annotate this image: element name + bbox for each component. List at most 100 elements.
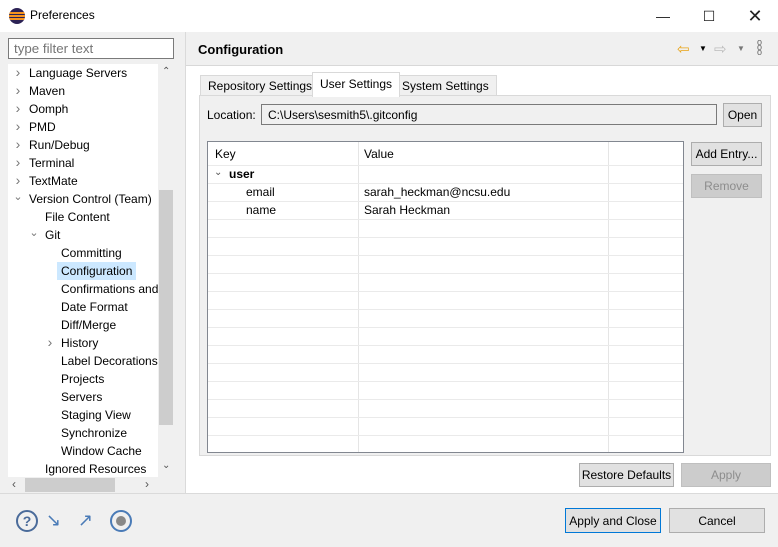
scroll-up-icon[interactable]: ⌃ <box>162 66 170 77</box>
tree-vertical-scrollbar[interactable]: ⌃ ⌄ <box>158 64 174 477</box>
open-button[interactable]: Open <box>723 103 762 127</box>
row-key[interactable]: name <box>246 203 276 217</box>
hscroll-thumb[interactable] <box>25 478 115 492</box>
location-field[interactable]: C:\Users\sesmith5\.gitconfig <box>261 104 717 125</box>
chevron-right-icon[interactable]: › <box>12 82 24 98</box>
more-menu-icon[interactable]: ooo <box>757 38 762 57</box>
cancel-button[interactable]: Cancel <box>669 508 765 533</box>
tree-horizontal-scrollbar[interactable]: ‹ › <box>8 477 174 493</box>
import-icon[interactable]: ↘ <box>46 510 68 532</box>
tree-item-label: Maven <box>29 84 66 98</box>
filter-input[interactable] <box>8 38 174 59</box>
tab-user-settings[interactable]: User Settings <box>312 72 401 97</box>
export-icon[interactable]: ↗ <box>78 510 100 532</box>
footer-separator <box>0 493 778 494</box>
tree-item[interactable]: Synchronize <box>61 424 127 442</box>
tree-item-label: File Content <box>45 210 110 224</box>
tree-item-label: Label Decorations <box>61 354 158 368</box>
row-value[interactable]: Sarah Heckman <box>364 203 450 217</box>
row-key[interactable]: email <box>246 185 275 199</box>
eclipse-logo-icon <box>9 8 25 24</box>
tree-item-label: Run/Debug <box>29 138 90 152</box>
expand-chevron-icon[interactable]: ⌄ <box>214 167 222 178</box>
chevron-right-icon[interactable]: › <box>12 154 24 170</box>
column-header-value[interactable]: Value <box>364 147 394 161</box>
tab-system-settings[interactable]: System Settings <box>394 75 497 96</box>
tree-item[interactable]: Language Servers <box>29 64 127 82</box>
grid-line <box>208 219 683 220</box>
chevron-down-icon[interactable]: ⌄ <box>12 190 24 203</box>
chevron-right-icon[interactable]: › <box>12 172 24 188</box>
apply-button[interactable]: Apply <box>681 463 771 487</box>
row-value[interactable]: sarah_heckman@ncsu.edu <box>364 185 510 199</box>
tree-item[interactable]: Committing <box>61 244 122 262</box>
tree-item[interactable]: Oomph <box>29 100 68 118</box>
grid-line <box>208 255 683 256</box>
tree-item[interactable]: Git <box>45 226 60 244</box>
tree-item-label: PMD <box>29 120 56 134</box>
tree-item-label: History <box>61 336 99 350</box>
tree-item-label: Diff/Merge <box>61 318 117 332</box>
grid-line <box>208 435 683 436</box>
tree-item[interactable]: Ignored Resources <box>45 460 146 477</box>
tab-repository-settings[interactable]: Repository Settings <box>200 75 321 96</box>
chevron-down-icon[interactable]: ⌄ <box>28 226 40 239</box>
tree-item[interactable]: Diff/Merge <box>61 316 116 334</box>
help-icon[interactable]: ? <box>16 510 38 532</box>
chevron-right-icon[interactable]: › <box>12 100 24 116</box>
scroll-thumb[interactable] <box>159 190 173 425</box>
tree-item-label: Window Cache <box>61 444 142 458</box>
tree-item[interactable]: Projects <box>61 370 104 388</box>
record-icon[interactable] <box>110 510 132 532</box>
add-entry-button[interactable]: Add Entry... <box>691 142 762 166</box>
restore-defaults-button[interactable]: Restore Defaults <box>579 463 674 487</box>
apply-and-close-button[interactable]: Apply and Close <box>565 508 661 533</box>
back-arrow-icon[interactable]: ⇦ <box>677 40 690 58</box>
tree-item[interactable]: Run/Debug <box>29 136 90 154</box>
tree-item[interactable]: Confirmations and <box>61 280 158 298</box>
tree-item[interactable]: TextMate <box>29 172 78 190</box>
close-button[interactable]: ✕ <box>732 0 778 32</box>
maximize-button[interactable]: ☐ <box>686 0 732 32</box>
forward-arrow-icon[interactable]: ⇨ <box>714 40 727 58</box>
tree-item[interactable]: File Content <box>45 208 110 226</box>
tree-item[interactable]: Staging View <box>61 406 131 424</box>
tree-item[interactable]: History <box>61 334 98 352</box>
column-header-key[interactable]: Key <box>215 147 236 161</box>
tree-item[interactable]: Servers <box>61 388 102 406</box>
preference-tree[interactable]: › Language Servers › Maven › Oomph › PMD › Run/De… <box>8 64 158 477</box>
grid-line <box>208 165 683 166</box>
grid-line <box>208 309 683 310</box>
tree-item[interactable]: Configuration <box>57 262 137 280</box>
section-user[interactable]: user <box>229 167 254 181</box>
scroll-left-icon[interactable]: ‹ <box>12 477 16 491</box>
tree-item[interactable]: Label Decorations <box>61 352 158 370</box>
grid-line <box>208 345 683 346</box>
grid-line <box>208 201 683 202</box>
tree-item[interactable]: Maven <box>29 82 65 100</box>
tree-item[interactable]: Terminal <box>29 154 74 172</box>
minimize-button[interactable]: — <box>640 0 686 32</box>
chevron-right-icon[interactable]: › <box>44 334 56 350</box>
tree-item[interactable]: Window Cache <box>61 442 142 460</box>
grid-line <box>208 273 683 274</box>
tree-item-label: Committing <box>61 246 122 260</box>
tree-item[interactable]: PMD <box>29 118 56 136</box>
config-table[interactable]: Key Value ⌄ user email sarah_heckman@ncs… <box>207 141 684 453</box>
tree-item[interactable]: Date Format <box>61 298 128 316</box>
scroll-down-icon[interactable]: ⌄ <box>162 460 170 471</box>
tree-item-label: Date Format <box>61 300 128 314</box>
tree-item-label: Projects <box>61 372 105 386</box>
tree-item-label: Version Control (Team) <box>29 192 152 206</box>
chevron-right-icon[interactable]: › <box>12 118 24 134</box>
grid-line <box>208 363 683 364</box>
chevron-right-icon[interactable]: › <box>12 136 24 152</box>
tree-item-label: Language Servers <box>29 66 128 80</box>
tree-item[interactable]: Version Control (Team) <box>29 190 152 208</box>
back-dropdown-icon[interactable]: ▼ <box>699 44 707 53</box>
scroll-right-icon[interactable]: › <box>145 477 149 491</box>
chevron-right-icon[interactable]: › <box>12 64 24 80</box>
tree-item-label: Synchronize <box>61 426 128 440</box>
remove-button[interactable]: Remove <box>691 174 762 198</box>
forward-dropdown-icon[interactable]: ▼ <box>737 44 745 53</box>
